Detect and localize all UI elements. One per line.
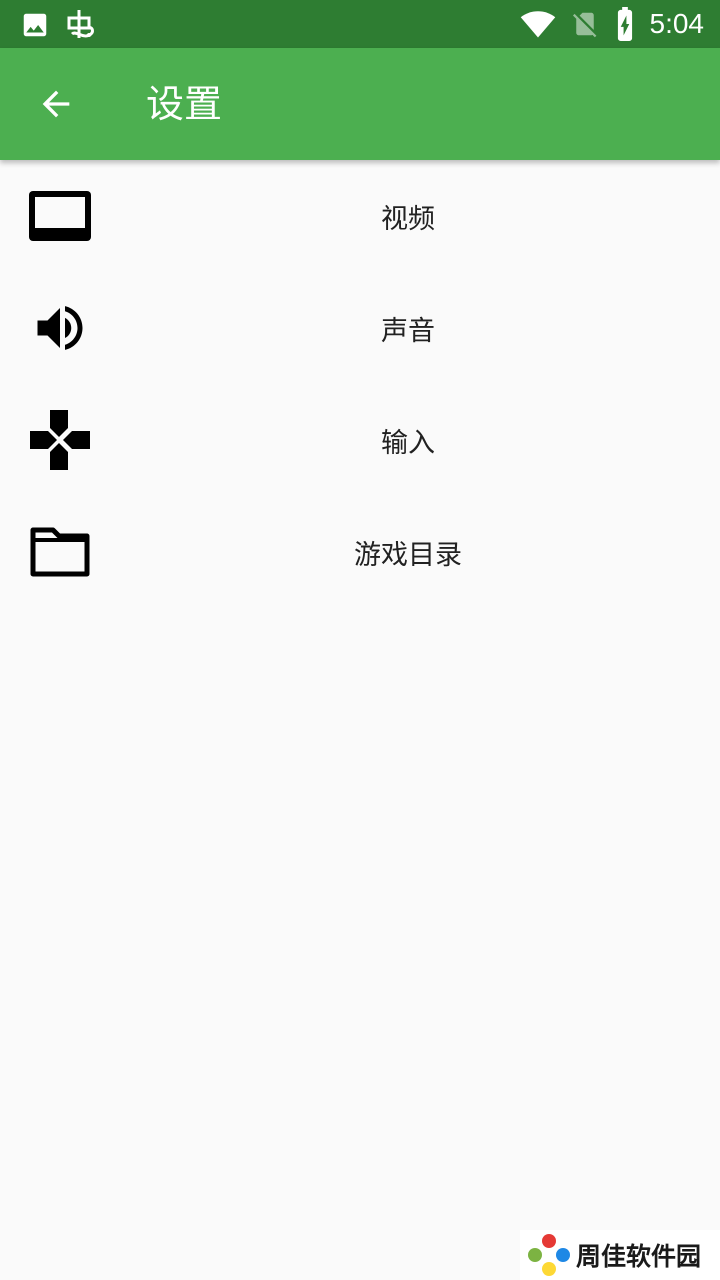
status-time: 5:04 (649, 8, 705, 39)
wifi-icon (520, 11, 555, 38)
menu-item-video[interactable]: 视频 (0, 160, 720, 272)
settings-menu-list: 视频 声音 输入 游戏目录 (0, 160, 720, 608)
menu-item-input[interactable]: 输入 (0, 384, 720, 496)
gamepad-icon (24, 406, 96, 474)
watermark-logo-icon (528, 1234, 570, 1276)
menu-item-sound[interactable]: 声音 (0, 272, 720, 384)
no-sim-icon (572, 12, 596, 38)
video-icon (24, 182, 96, 250)
menu-item-game-directory[interactable]: 游戏目录 (0, 496, 720, 608)
watermark: 周佳软件园 (520, 1230, 720, 1280)
back-button[interactable] (20, 68, 92, 140)
app-bar: 设置 (0, 48, 720, 160)
menu-item-label: 输入 (381, 427, 435, 459)
image-icon (23, 13, 47, 37)
page-title: 设置 (146, 82, 223, 126)
folder-icon (24, 518, 96, 586)
status-bar: 5:04 (0, 0, 720, 48)
menu-item-label: 游戏目录 (354, 539, 462, 571)
bug-app-icon (67, 10, 94, 38)
status-right-icons: 5:04 (520, 6, 705, 42)
volume-icon (24, 294, 96, 362)
status-left-icons (20, 8, 98, 42)
menu-item-label: 声音 (381, 315, 435, 347)
watermark-text: 周佳软件园 (576, 1242, 702, 1271)
battery-charging-icon (617, 7, 632, 41)
arrow-back-icon (42, 90, 70, 118)
menu-item-label: 视频 (381, 203, 435, 235)
